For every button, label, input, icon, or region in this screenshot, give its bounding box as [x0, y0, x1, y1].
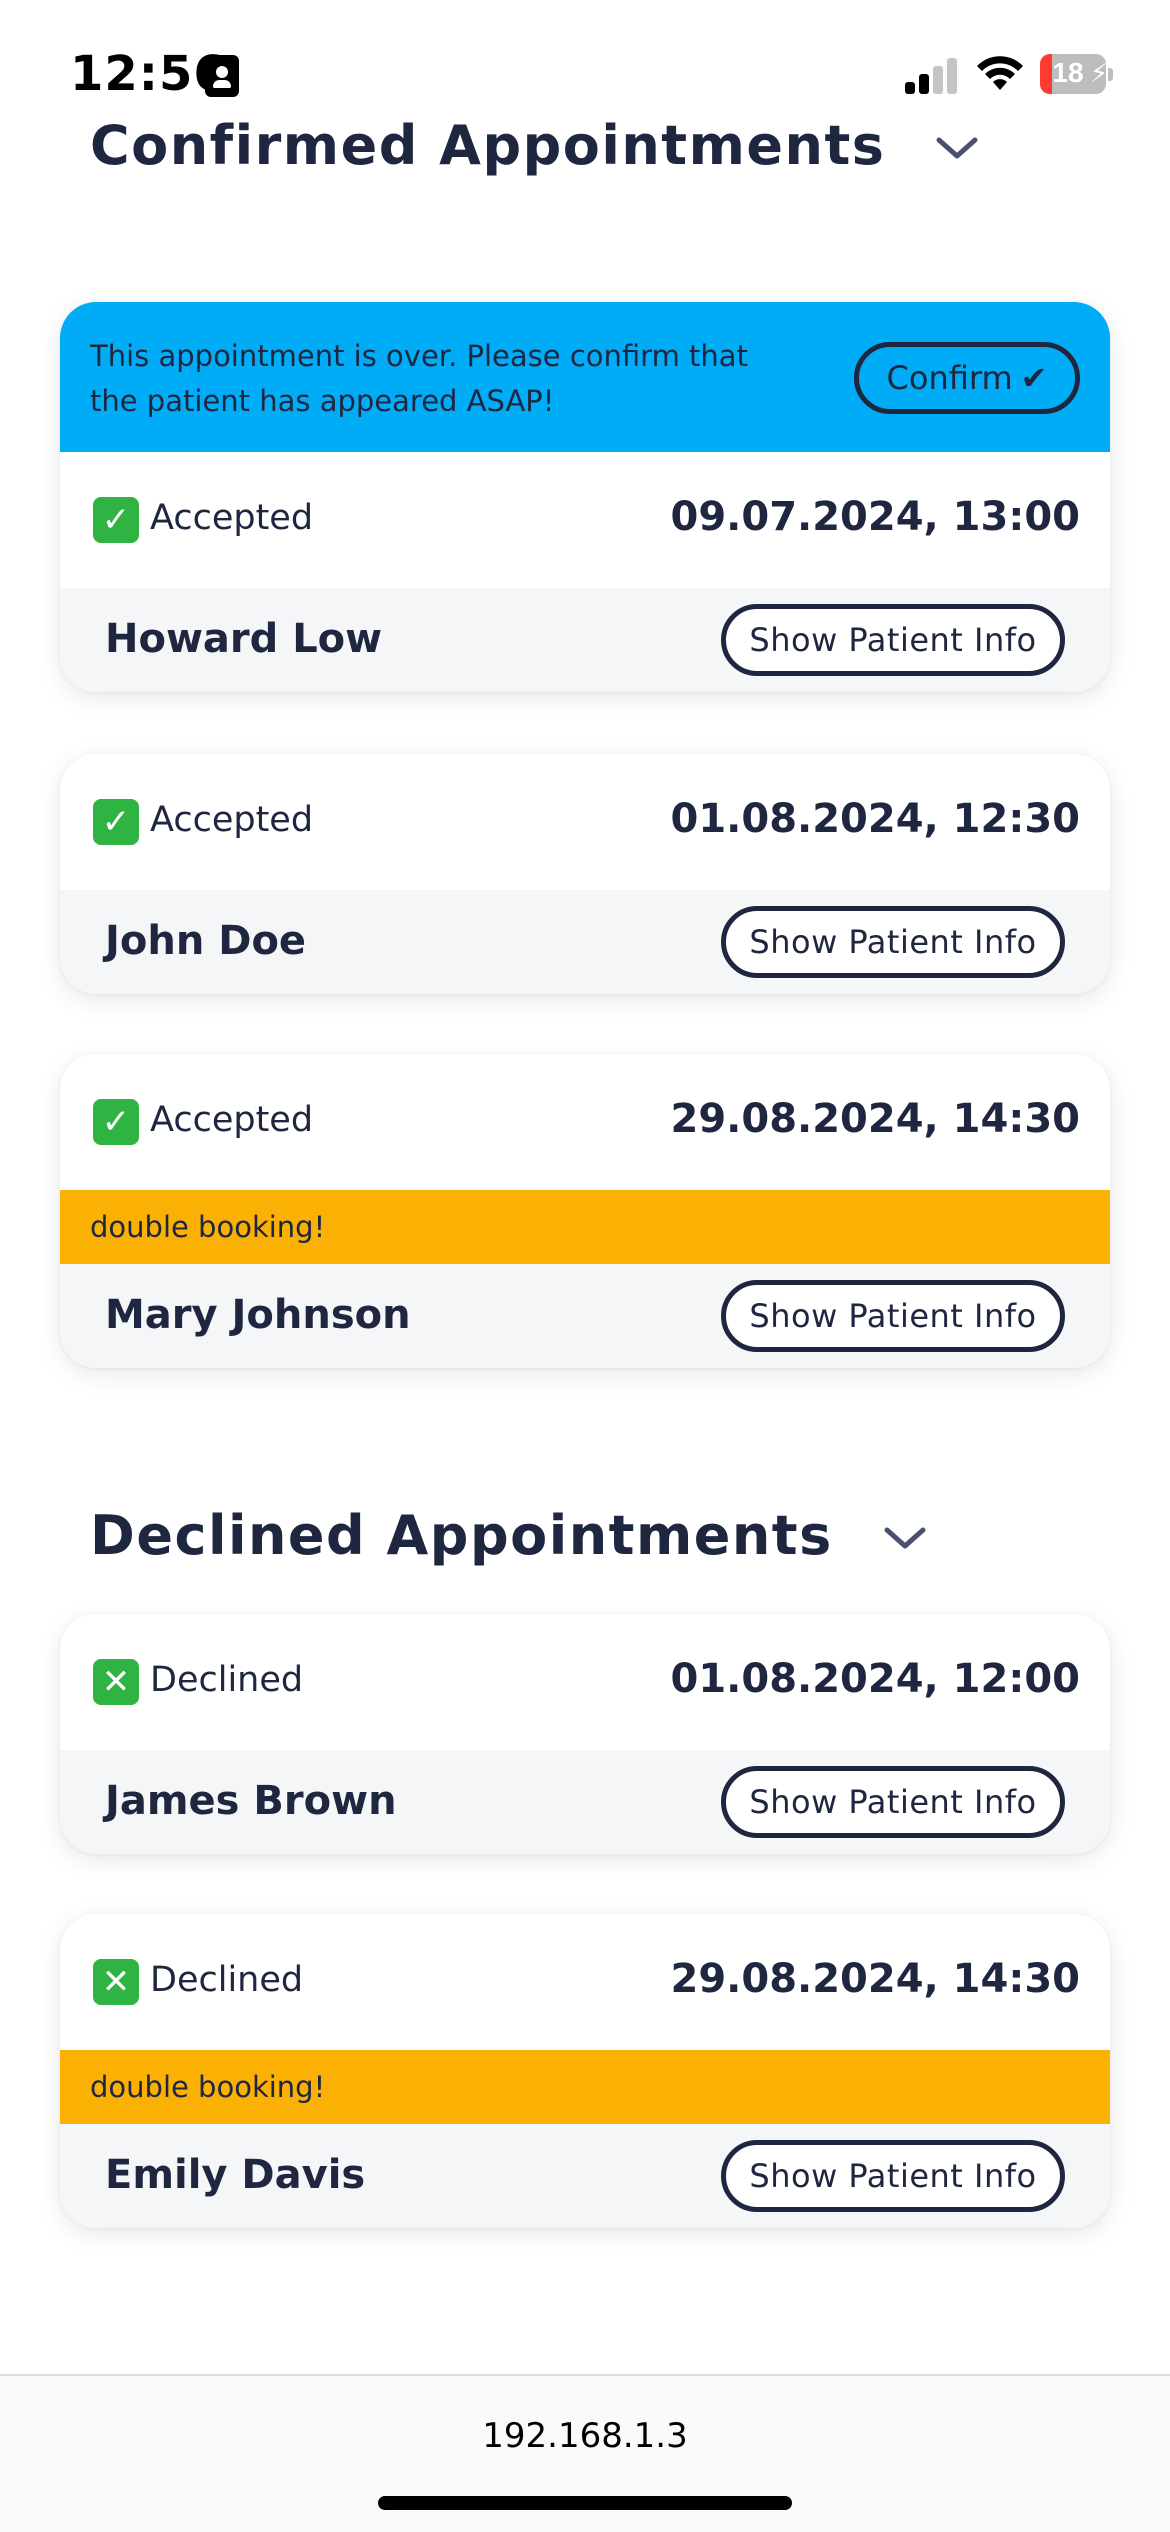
patient-name: Mary Johnson	[105, 1292, 411, 1338]
show-patient-info-button[interactable]: Show Patient Info	[721, 1766, 1065, 1838]
appointment-card: ✓ Accepted 01.08.2024, 12:30 John Doe Sh…	[60, 754, 1110, 994]
patient-name: John Doe	[105, 918, 307, 964]
declined-section-title: Declined Appointments	[90, 1504, 833, 1567]
status-label: Accepted	[150, 498, 314, 538]
chevron-down-icon[interactable]	[881, 1524, 929, 1552]
show-patient-info-button[interactable]: Show Patient Info	[721, 2140, 1065, 2212]
confirm-label: Confirm	[886, 359, 1013, 397]
appointment-card: This appointment is over. Please confirm…	[60, 302, 1110, 692]
accepted-check-icon: ✓	[93, 1099, 139, 1145]
accepted-check-icon: ✓	[93, 497, 139, 543]
warning-text: double booking!	[90, 2070, 326, 2104]
show-patient-info-button[interactable]: Show Patient Info	[721, 604, 1065, 676]
warning-text: double booking!	[90, 1210, 326, 1244]
declined-section-header[interactable]: Declined Appointments	[90, 1504, 929, 1567]
chevron-down-icon[interactable]	[933, 134, 981, 162]
status-label: Declined	[150, 1660, 304, 1700]
checkmark-icon: ✔	[1020, 359, 1048, 397]
confirm-button[interactable]: Confirm ✔	[854, 342, 1080, 414]
declined-x-icon: ✕	[93, 1959, 139, 2005]
status-label: Declined	[150, 1960, 304, 2000]
id-card-icon	[205, 55, 239, 97]
show-patient-info-button[interactable]: Show Patient Info	[721, 906, 1065, 978]
patient-name: Howard Low	[105, 616, 383, 662]
cellular-signal-icon	[905, 58, 957, 94]
confirmed-section-title: Confirmed Appointments	[90, 114, 886, 177]
battery-level: 18	[1052, 57, 1084, 88]
status-label: Accepted	[150, 1100, 314, 1140]
browser-address-bar[interactable]: 192.168.1.3	[0, 2374, 1170, 2532]
accepted-check-icon: ✓	[93, 799, 139, 845]
home-indicator[interactable]	[378, 2496, 792, 2510]
appointment-datetime: 29.08.2024, 14:30	[670, 1096, 1081, 1142]
appointment-datetime: 29.08.2024, 14:30	[670, 1956, 1081, 2002]
appointment-datetime: 01.08.2024, 12:00	[670, 1656, 1081, 1702]
url-text[interactable]: 192.168.1.3	[0, 2416, 1170, 2456]
patient-name: Emily Davis	[105, 2152, 366, 2198]
appointment-card: ✓ Accepted 29.08.2024, 14:30 double book…	[60, 1054, 1110, 1368]
appointment-card: ✕ Declined 01.08.2024, 12:00 James Brown…	[60, 1614, 1110, 1854]
wifi-icon	[977, 56, 1023, 90]
confirmed-section-header[interactable]: Confirmed Appointments	[90, 114, 981, 177]
appointment-card: ✕ Declined 29.08.2024, 14:30 double book…	[60, 1914, 1110, 2228]
appointment-over-notice: This appointment is over. Please confirm…	[60, 302, 1110, 452]
patient-name: James Brown	[105, 1778, 397, 1824]
appointment-datetime: 09.07.2024, 13:00	[670, 494, 1081, 540]
double-booking-warning: double booking!	[60, 1190, 1110, 1264]
notice-text: This appointment is over. Please confirm…	[90, 339, 748, 418]
show-patient-info-button[interactable]: Show Patient Info	[721, 1280, 1065, 1352]
status-label: Accepted	[150, 800, 314, 840]
appointment-datetime: 01.08.2024, 12:30	[670, 796, 1081, 842]
battery-charging-icon: 18 ⚡	[1040, 54, 1113, 94]
double-booking-warning: double booking!	[60, 2050, 1110, 2124]
declined-x-icon: ✕	[93, 1659, 139, 1705]
